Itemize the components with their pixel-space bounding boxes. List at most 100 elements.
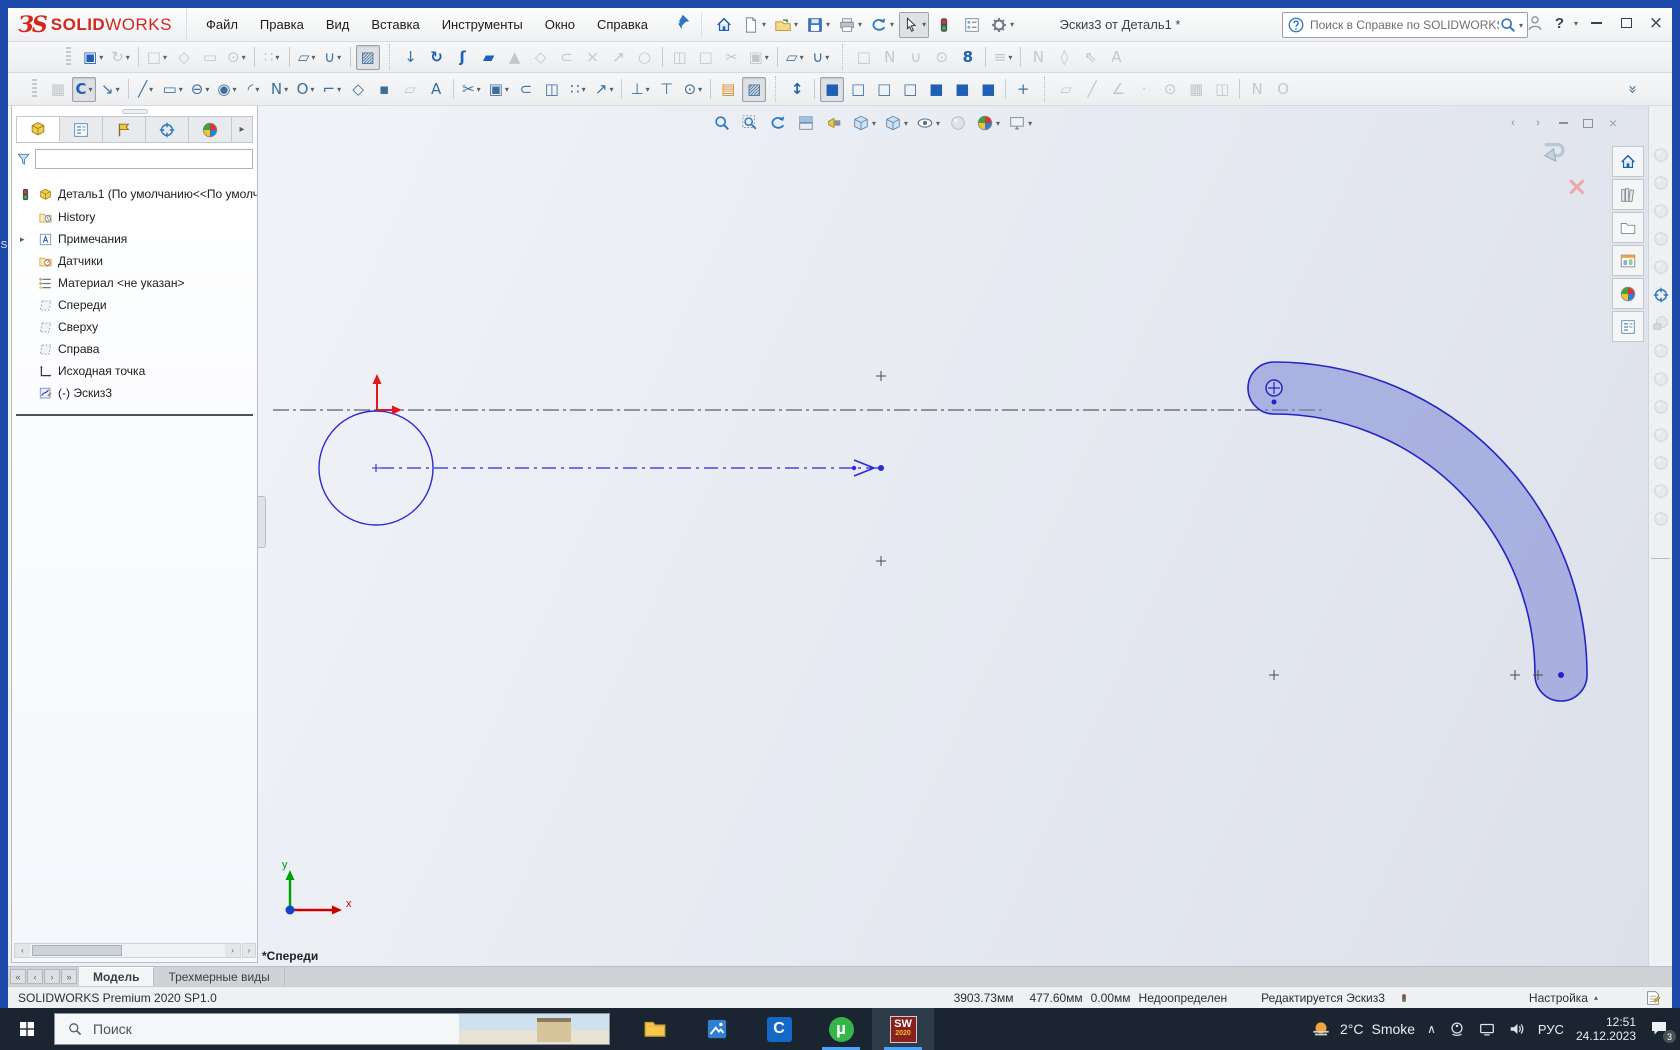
appearances-scenes-tab[interactable] <box>1612 278 1644 309</box>
language-indicator[interactable]: РУС <box>1538 1022 1564 1037</box>
hide-points-button[interactable]: · <box>1132 77 1156 102</box>
tabs-overflow-button[interactable]: ▸ <box>232 117 252 142</box>
dropdown-caret-icon[interactable]: ▾ <box>609 85 613 94</box>
tab-3d-views[interactable]: Трехмерные виды <box>154 967 284 986</box>
spline-button[interactable]: N▾ <box>268 77 292 102</box>
tab-feature-manager[interactable] <box>17 117 60 142</box>
erase-ink-button[interactable]: ◊ <box>1052 45 1076 70</box>
dropdown-caret-icon[interactable]: ▾ <box>99 53 103 62</box>
open-button[interactable]: ▾ <box>771 12 801 38</box>
help-search-box[interactable]: Поиск в Справке по SOLIDWORKS ▾ <box>1282 12 1528 38</box>
face-curves-button[interactable]: ∪ <box>904 45 928 70</box>
tab-display-manager[interactable] <box>189 117 232 142</box>
dropdown-caret-icon[interactable]: ▾ <box>275 53 279 62</box>
expand-caret-icon[interactable]: ▸ <box>20 234 25 245</box>
dropdown-caret-icon[interactable]: ▾ <box>149 85 153 94</box>
tree-item-history[interactable]: History <box>12 206 257 228</box>
smart-dimension-button[interactable]: ↘▾ <box>98 77 123 102</box>
custom-properties-tab[interactable] <box>1612 311 1644 342</box>
network-icon[interactable] <box>1478 1020 1496 1038</box>
dropdown-caret-icon[interactable]: ▾ <box>311 53 315 62</box>
menu-help[interactable]: Справка <box>586 8 659 41</box>
tree-item-right-plane[interactable]: Справа <box>12 338 257 360</box>
panel-collapse-handle[interactable] <box>122 109 148 114</box>
delete-face-button[interactable]: × <box>581 45 605 70</box>
login-user-icon[interactable] <box>1523 10 1547 36</box>
revolved-boss-button[interactable]: ↻▾ <box>108 45 133 70</box>
extend-surface-button[interactable]: ↗ <box>607 45 631 70</box>
view-palette-tab[interactable] <box>1612 245 1644 276</box>
pin-menu-icon[interactable] <box>673 13 691 36</box>
tree-item-sensors[interactable]: Датчики <box>12 250 257 272</box>
arc-slot-region[interactable] <box>1248 362 1587 701</box>
sketch-fillet-button[interactable]: ⌐▾ <box>320 77 345 102</box>
image-capture-button[interactable] <box>1650 340 1672 362</box>
tree-item-part-root[interactable]: Деталь1 (По умолчанию<<По умолча <box>12 182 257 206</box>
dropdown-caret-icon[interactable]: ▾ <box>116 85 120 94</box>
reference-geometry-2-button[interactable]: ▱▾ <box>783 45 807 70</box>
next-tab-button[interactable]: › <box>44 969 60 984</box>
apply-scene-button[interactable]: ▾ <box>1005 110 1035 136</box>
tree-horizontal-scrollbar[interactable]: ‹ › <box>14 943 241 958</box>
filter-funnel-icon[interactable] <box>16 152 31 167</box>
export-appearance-button[interactable] <box>1650 508 1672 530</box>
planar-surface-button[interactable]: ▰ <box>477 45 501 70</box>
instant3d-button[interactable]: ▨ <box>356 45 380 70</box>
untrim-surface-button[interactable]: ○ <box>633 45 657 70</box>
first-tab-button[interactable]: « <box>10 969 26 984</box>
focus-assist-icon[interactable] <box>1448 1020 1466 1038</box>
dropdown-caret-icon[interactable]: ▾ <box>337 85 341 94</box>
apply-target-button[interactable] <box>1650 284 1672 306</box>
scroll-left-button[interactable]: ‹ <box>15 944 30 957</box>
dropdown-caret-icon[interactable]: ▾ <box>255 85 259 94</box>
ellipse-button[interactable]: O▾ <box>294 77 318 102</box>
previous-tab-button[interactable]: ‹ <box>27 969 43 984</box>
sketch-grid-button[interactable]: ▦ <box>46 77 70 102</box>
file-properties-button[interactable] <box>959 12 985 38</box>
dropdown-caret-icon[interactable]: ▾ <box>477 85 481 94</box>
offset-entities-button[interactable]: ⊂ <box>514 77 538 102</box>
maximize-button[interactable] <box>1614 10 1638 36</box>
trim-entities-button[interactable]: ✂▾ <box>459 77 484 102</box>
freeform-button[interactable]: N <box>878 45 902 70</box>
appearance-sphere-button[interactable] <box>1650 368 1672 390</box>
dropdown-caret-icon[interactable]: ▾ <box>922 20 926 29</box>
menu-edit[interactable]: Правка <box>249 8 315 41</box>
swept-boss-button[interactable]: □▾ <box>144 45 170 70</box>
design-library-tab[interactable] <box>1612 179 1644 210</box>
pattern-spheres-button[interactable] <box>1650 424 1672 446</box>
hide-curves-button[interactable]: N <box>1245 77 1269 102</box>
toolbar-grip[interactable] <box>66 47 71 67</box>
select-button[interactable]: ▾ <box>899 12 929 38</box>
reference-geometry-button[interactable]: ▱▾ <box>295 45 319 70</box>
circle-button[interactable]: ◉▾ <box>214 77 239 102</box>
repair-sketch-button[interactable]: ⊤ <box>655 77 679 102</box>
tab-configuration-manager[interactable] <box>103 117 146 142</box>
display-style-button[interactable]: ▾ <box>849 110 879 136</box>
tree-expand-corner-button[interactable]: › <box>242 943 256 958</box>
zoom-to-fit-button[interactable] <box>709 110 735 136</box>
dropdown-caret-icon[interactable]: ▾ <box>337 53 341 62</box>
instant2d-button[interactable]: ↕ <box>785 77 809 102</box>
file-explorer-tab[interactable] <box>1612 212 1644 243</box>
volume-icon[interactable] <box>1508 1020 1526 1038</box>
mirror-surface-button[interactable]: ◫ <box>668 45 692 70</box>
edit-appearance-button[interactable]: ▾ <box>973 110 1003 136</box>
print-button[interactable]: ▾ <box>835 12 865 38</box>
menu-window[interactable]: Окно <box>534 8 586 41</box>
view-shadows-button[interactable]: ■ <box>950 77 974 102</box>
taskbar-photos-button[interactable] <box>686 1008 748 1050</box>
copy-appearance-button[interactable] <box>1650 172 1672 194</box>
extruded-surface-button[interactable]: ↓ <box>399 45 423 70</box>
centerline-endpoint[interactable] <box>878 465 884 471</box>
dropdown-caret-icon[interactable]: ▾ <box>126 53 130 62</box>
section-view-button[interactable] <box>793 110 819 136</box>
taskbar-solidworks-button[interactable]: SW2020 <box>872 1008 934 1050</box>
dropdown-caret-icon[interactable]: ▾ <box>1008 53 1012 62</box>
tree-item-origin[interactable]: Исходная точка <box>12 360 257 382</box>
clock-widget[interactable]: 12:51 24.12.2023 <box>1576 1015 1636 1043</box>
tree-item-material[interactable]: Материал <не указан> <box>12 272 257 294</box>
dropdown-caret-icon[interactable]: ▾ <box>179 85 183 94</box>
sketch-picture-button[interactable]: ▤ <box>716 77 740 102</box>
dropdown-caret-icon[interactable]: ▾ <box>765 53 769 62</box>
